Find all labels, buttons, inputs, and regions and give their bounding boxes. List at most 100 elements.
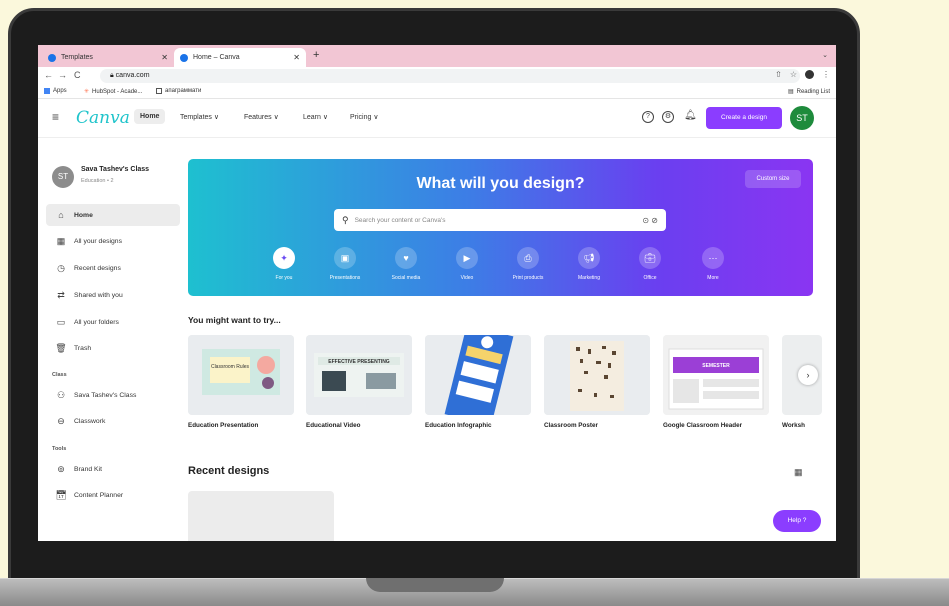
bookmark-folder[interactable]: апаграммати <box>156 88 201 94</box>
apps-grid-icon <box>44 88 50 94</box>
settings-gear-icon[interactable]: ⚙ <box>662 111 674 123</box>
reload-icon[interactable]: C <box>74 70 81 80</box>
tab-label: Home – Canva <box>193 54 240 61</box>
star-icon[interactable]: ☆ <box>790 70 797 79</box>
category-label: Office <box>643 275 657 281</box>
sidebar-item-recent[interactable]: ◷ Recent designs <box>46 257 180 279</box>
notification-bell-icon[interactable]: 🔔︎ <box>684 110 697 121</box>
browser-tab-home[interactable]: Home – Canva ✕ <box>174 48 306 67</box>
sidebar-item-label: Trash <box>74 344 92 352</box>
sparkle-icon: ✦ <box>273 247 295 269</box>
share-icon[interactable]: ⇧ <box>775 70 782 79</box>
design-search-input[interactable]: ⚲ Search your content or Canva's ⊙ ⊘ <box>334 209 666 231</box>
category-for-you[interactable]: ✦ For you <box>254 247 314 281</box>
nav-templates[interactable]: Templates ∨ <box>180 113 219 121</box>
browser-tab-templates[interactable]: Templates ✕ <box>42 48 174 67</box>
sidebar-item-content-planner[interactable]: 📅︎ Content Planner <box>46 484 180 506</box>
template-card-classroom-poster[interactable] <box>544 335 650 415</box>
sidebar-item-classwork[interactable]: ⊖ Classwork <box>46 410 180 432</box>
sidebar-item-label: Content Planner <box>74 491 124 499</box>
user-avatar[interactable]: ST <box>790 106 814 130</box>
more-dots-icon: ⋯ <box>702 247 724 269</box>
category-presentations[interactable]: ▣ Presentations <box>315 247 375 281</box>
template-card-educational-video[interactable]: EFFECTIVE PRESENTING <box>306 335 412 415</box>
video-camera-icon: ▶ <box>456 247 478 269</box>
megaphone-icon: 📢︎ <box>578 247 600 269</box>
screen: Templates ✕ Home – Canva ✕ + ⌄ ← → C 🔒︎ … <box>38 45 836 541</box>
help-circle-icon[interactable]: ? <box>642 111 654 123</box>
canva-favicon-icon <box>180 53 188 62</box>
category-social-media[interactable]: ♥ Social media <box>376 247 436 281</box>
card-label: Google Classroom Header <box>663 422 743 429</box>
tab-menu-chevron-icon[interactable]: ⌄ <box>822 51 828 59</box>
sidebar-item-label: All your folders <box>74 318 119 326</box>
educational-video-thumbnail: EFFECTIVE PRESENTING <box>306 335 412 415</box>
people-icon: ⚇ <box>56 389 66 400</box>
sidebar-item-label: Recent designs <box>74 264 121 272</box>
thumbnail-title: Classroom Rules <box>211 364 250 370</box>
template-card-education-presentation[interactable]: Classroom Rules <box>188 335 294 415</box>
help-button[interactable]: Help ? <box>773 510 821 532</box>
sidebar-item-folders[interactable]: ▭ All your folders <box>46 311 180 333</box>
sidebar-item-all-designs[interactable]: ▦ All your designs <box>46 230 180 252</box>
url-field[interactable]: 🔒︎ canva.com <box>100 69 800 83</box>
presentation-icon: ▣ <box>334 247 356 269</box>
template-card-education-infographic[interactable] <box>425 335 531 415</box>
sidebar-item-trash[interactable]: 🗑︎ Trash <box>46 337 180 359</box>
browser-tab-bar: Templates ✕ Home – Canva ✕ + ⌄ <box>38 45 836 67</box>
back-icon[interactable]: ← <box>44 70 53 80</box>
extension-icon[interactable] <box>805 70 814 79</box>
category-marketing[interactable]: 📢︎ Marketing <box>559 247 619 281</box>
hero-title: What will you design? <box>416 175 585 192</box>
bookmark-hubspot[interactable]: ✳︎ HubSpot - Acade... <box>84 88 142 96</box>
create-design-button[interactable]: Create a design <box>706 107 782 129</box>
team-name[interactable]: Sava Tashev's Class <box>81 166 149 173</box>
brand-kit-icon: ⊚ <box>57 463 65 474</box>
section-label-tools: Tools <box>52 446 67 452</box>
category-label: Social media <box>391 275 421 281</box>
nav-learn[interactable]: Learn ∨ <box>303 113 328 121</box>
hero-banner: What will you design? Custom size ⚲ Sear… <box>188 159 813 296</box>
nav-home[interactable]: Home <box>134 109 166 124</box>
sidebar-item-brand-kit[interactable]: ⊚ Brand Kit <box>46 458 180 480</box>
new-tab-icon[interactable]: + <box>313 49 319 61</box>
custom-size-button[interactable]: Custom size <box>745 170 801 188</box>
close-tab-icon[interactable]: ✕ <box>293 53 300 62</box>
grid-view-icon[interactable]: ▦ <box>794 467 803 478</box>
upload-cloud-icon[interactable]: ⊙ ⊘ <box>642 216 658 225</box>
sidebar-item-shared[interactable]: ⇄ Shared with you <box>46 284 180 306</box>
team-avatar[interactable]: ST <box>52 166 74 188</box>
category-video[interactable]: ▶ Video <box>437 247 497 281</box>
close-tab-icon[interactable]: ✕ <box>161 53 168 62</box>
category-office[interactable]: 💼︎ Office <box>620 247 680 281</box>
address-bar-row: ← → C 🔒︎ canva.com ⇧ ☆ ⋮ <box>38 67 836 85</box>
category-label: More <box>707 275 719 281</box>
education-infographic-thumbnail <box>425 335 531 415</box>
recent-design-card[interactable] <box>188 491 334 541</box>
classwork-icon: ⊖ <box>57 415 65 426</box>
category-label: Print products <box>512 275 544 281</box>
category-print-products[interactable]: ⎙ Print products <box>498 247 558 281</box>
category-more[interactable]: ⋯ More <box>683 247 743 281</box>
sidebar-item-class[interactable]: ⚇ Sava Tashev's Class <box>46 384 180 406</box>
category-label: Marketing <box>578 275 600 281</box>
carousel-next-chevron-icon[interactable]: › <box>798 365 818 385</box>
hamburger-menu-icon[interactable]: ≡ <box>52 110 59 124</box>
canva-logo[interactable]: Canva <box>76 108 130 128</box>
nav-pricing[interactable]: Pricing ∨ <box>350 113 378 121</box>
browser-menu-icon[interactable]: ⋮ <box>822 70 830 79</box>
category-label: For you <box>275 275 293 281</box>
url-text: canva.com <box>115 72 150 79</box>
reading-list[interactable]: ▤ Reading List <box>788 88 830 96</box>
bookmark-page-icon <box>156 88 162 94</box>
bookmark-apps[interactable]: Apps <box>44 88 67 94</box>
classroom-header-thumbnail: SEMESTER <box>663 335 769 415</box>
forward-icon[interactable]: → <box>58 70 67 80</box>
thumbnail-title: SEMESTER <box>702 363 730 369</box>
sidebar-item-home[interactable]: ⌂ Home <box>46 204 180 226</box>
calendar-icon: 📅︎ <box>55 489 67 500</box>
template-card-google-classroom-header[interactable]: SEMESTER <box>663 335 769 415</box>
nav-features[interactable]: Features ∨ <box>244 113 279 121</box>
team-subtitle: Education • 2 <box>81 178 114 184</box>
reading-list-label: Reading List <box>796 88 830 95</box>
